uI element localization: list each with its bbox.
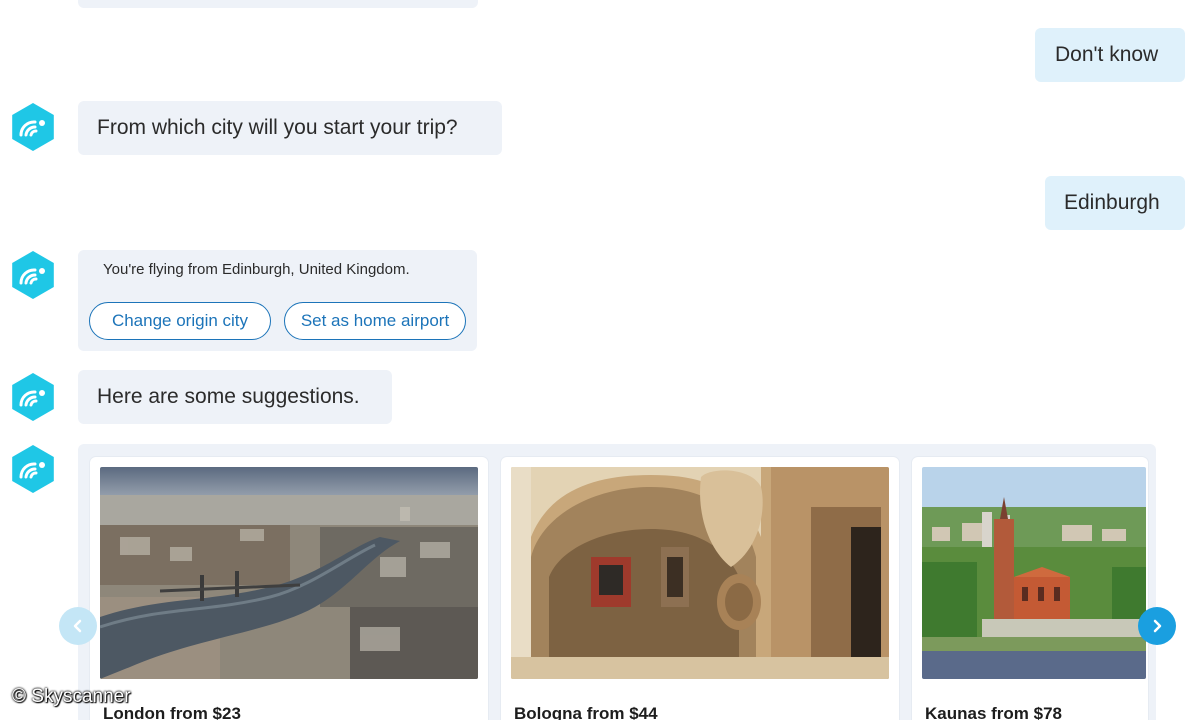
suggestion-card-kaunas[interactable]: Kaunas from $78 xyxy=(912,457,1148,720)
user-message-bubble: Edinburgh xyxy=(1045,176,1185,230)
suggestion-card-london[interactable]: London from $23 xyxy=(90,457,488,720)
suggestion-title: Bologna from $44 xyxy=(514,704,658,720)
carousel-next-button[interactable] xyxy=(1138,607,1176,645)
user-message-text: Edinburgh xyxy=(1064,191,1160,214)
skyscanner-avatar-icon xyxy=(12,103,54,151)
bot-message-bubble: From which city will you start your trip… xyxy=(78,101,502,155)
origin-confirmation-text: You're flying from Edinburgh, United Kin… xyxy=(103,261,410,278)
kaunas-church-photo xyxy=(922,467,1146,679)
user-message-bubble: Don't know xyxy=(1035,28,1185,82)
suggestion-card-bologna[interactable]: Bologna from $44 xyxy=(501,457,899,720)
change-origin-city-button[interactable]: Change origin city xyxy=(89,302,271,340)
user-message-text: Don't know xyxy=(1055,43,1159,66)
bot-message-text: Here are some suggestions. xyxy=(97,385,360,408)
bot-origin-confirmation-bubble: You're flying from Edinburgh, United Kin… xyxy=(78,250,477,351)
skyscanner-avatar-icon xyxy=(12,251,54,299)
skyscanner-avatar-icon xyxy=(12,373,54,421)
london-aerial-photo xyxy=(100,467,478,679)
skyscanner-avatar-icon xyxy=(12,445,54,493)
bologna-arcade-photo xyxy=(511,467,889,679)
bot-message-bubble: Here are some suggestions. xyxy=(78,370,392,424)
skyscanner-watermark: © Skyscanner xyxy=(12,686,131,707)
chevron-right-icon xyxy=(1153,619,1162,633)
carousel-prev-button[interactable] xyxy=(59,607,97,645)
previous-message-bubble xyxy=(78,0,478,8)
chevron-left-icon xyxy=(73,619,82,633)
suggestion-title: Kaunas from $78 xyxy=(925,704,1062,720)
bot-message-text: From which city will you start your trip… xyxy=(97,116,458,139)
set-home-airport-button[interactable]: Set as home airport xyxy=(284,302,466,340)
